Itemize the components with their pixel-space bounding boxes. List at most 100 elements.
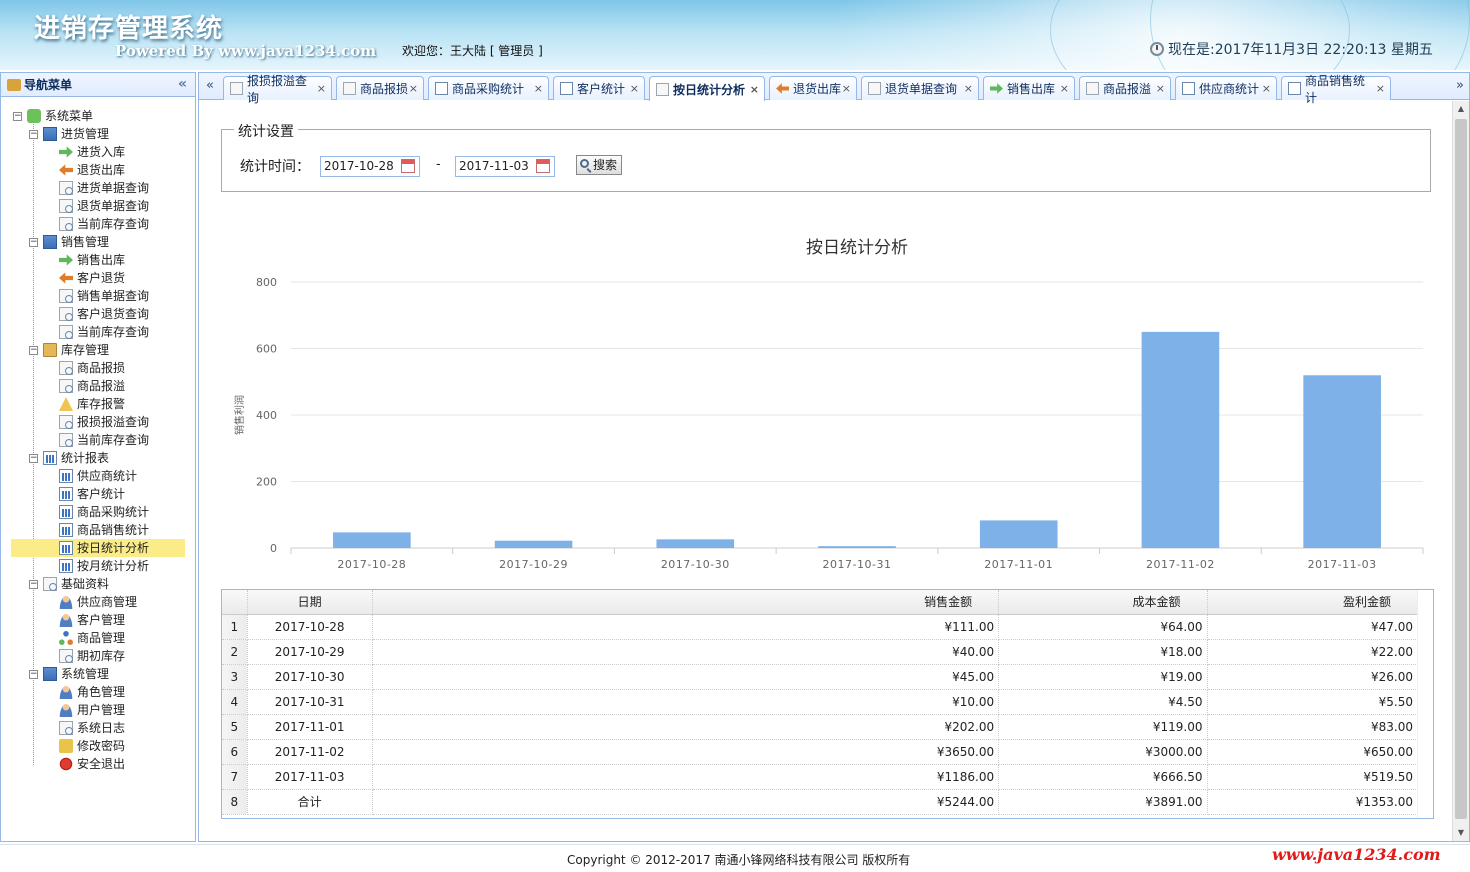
nav-item[interactable]: 按月统计分析	[11, 557, 185, 575]
nav-item[interactable]: 供应商统计	[11, 467, 185, 485]
tab-close-icon[interactable]: ×	[534, 82, 543, 95]
table-row[interactable]: 8 合计 ¥5244.00 ¥3891.00 ¥1353.00	[222, 789, 1419, 815]
table-header-row: 日期 销售金额 成本金额 盈利金额	[222, 590, 1419, 615]
x-tick-label: 2017-11-03	[1308, 558, 1377, 571]
tab-close-icon[interactable]: ×	[409, 82, 418, 95]
nav-item-label: 系统菜单	[45, 109, 94, 123]
nav-item[interactable]: 当前库存查询	[11, 215, 185, 233]
tab-10[interactable]: 供应商统计 ×	[1175, 76, 1277, 100]
nav-item[interactable]: 角色管理	[11, 683, 185, 701]
collapse-toggle-icon[interactable]: −	[29, 130, 38, 139]
tab-close-icon[interactable]: ×	[1156, 82, 1165, 95]
tab-6[interactable]: 退货出库 ×	[769, 76, 857, 100]
nav-item-label: 当前库存查询	[77, 433, 150, 447]
tab-close-icon[interactable]: ×	[842, 82, 851, 95]
collapse-toggle-icon[interactable]: −	[29, 580, 38, 589]
nav-item[interactable]: 系统日志	[11, 719, 185, 737]
tab-5[interactable]: 按日统计分析 ×	[649, 76, 765, 101]
tab-2[interactable]: 商品报损 ×	[336, 76, 424, 100]
nav-item[interactable]: 商品销售统计	[11, 521, 185, 539]
table-scrollbar[interactable]	[1417, 590, 1433, 818]
nav-group[interactable]: − 销售管理	[11, 233, 185, 251]
tab-close-icon[interactable]: ×	[1376, 82, 1385, 95]
tab-scroll-right-button[interactable]: »	[1451, 75, 1469, 97]
calendar-icon[interactable]	[401, 159, 415, 173]
chart-icon	[59, 505, 73, 519]
tab-11[interactable]: 商品销售统计 ×	[1281, 74, 1391, 105]
nav-item[interactable]: 销售单据查询	[11, 287, 185, 305]
nav-item[interactable]: 供应商管理	[11, 593, 185, 611]
nav-root[interactable]: − 系统菜单	[11, 107, 185, 125]
nav-item[interactable]: 商品报损	[11, 359, 185, 377]
nav-item[interactable]: 修改密码	[11, 737, 185, 755]
content-scrollbar[interactable]: ▲ ▼	[1452, 101, 1469, 841]
nav-item[interactable]: 进货单据查询	[11, 179, 185, 197]
end-date-field[interactable]: 2017-11-03	[455, 156, 555, 177]
nav-group[interactable]: − 库存管理	[11, 341, 185, 359]
table-row[interactable]: 2 2017-10-29 ¥40.00 ¥18.00 ¥22.00	[222, 639, 1419, 665]
nav-item[interactable]: 用户管理	[11, 701, 185, 719]
basic-data-icon	[43, 577, 57, 591]
tab-close-icon[interactable]: ×	[1060, 82, 1069, 95]
table-row[interactable]: 3 2017-10-30 ¥45.00 ¥19.00 ¥26.00	[222, 664, 1419, 690]
tab-close-icon[interactable]: ×	[317, 82, 326, 95]
tab-9[interactable]: 商品报溢 ×	[1079, 76, 1171, 100]
collapse-toggle-icon[interactable]: −	[13, 112, 22, 121]
search-button[interactable]: 搜索	[576, 155, 622, 175]
collapse-toggle-icon[interactable]: −	[29, 454, 38, 463]
scroll-thumb[interactable]	[1455, 119, 1467, 819]
nav-item[interactable]: 库存报警	[11, 395, 185, 413]
nav-item[interactable]: 报损报溢查询	[11, 413, 185, 431]
user-icon	[59, 613, 73, 627]
nav-item[interactable]: 商品管理	[11, 629, 185, 647]
tab-scroll-left-button[interactable]: «	[201, 75, 219, 97]
column-header-cost[interactable]: 成本金额	[998, 590, 1208, 615]
start-date-field[interactable]: 2017-10-28	[320, 156, 420, 177]
nav-group[interactable]: − 进货管理	[11, 125, 185, 143]
table-row[interactable]: 7 2017-11-03 ¥1186.00 ¥666.50 ¥519.50	[222, 764, 1419, 790]
nav-item[interactable]: 商品采购统计	[11, 503, 185, 521]
tab-8[interactable]: 销售出库 ×	[983, 76, 1075, 100]
table-row[interactable]: 1 2017-10-28 ¥111.00 ¥64.00 ¥47.00	[222, 614, 1419, 640]
nav-item[interactable]: 客户管理	[11, 611, 185, 629]
nav-group[interactable]: − 统计报表	[11, 449, 185, 467]
nav-item[interactable]: 按日统计分析	[11, 539, 185, 557]
scroll-up-arrow[interactable]: ▲	[1453, 101, 1469, 117]
nav-item[interactable]: 当前库存查询	[11, 431, 185, 449]
nav-item[interactable]: 退货出库	[11, 161, 185, 179]
nav-item[interactable]: 期初库存	[11, 647, 185, 665]
tab-1[interactable]: 报损报溢查询 ×	[223, 74, 332, 105]
nav-item[interactable]: 客户退货查询	[11, 305, 185, 323]
arrow-out-icon	[776, 83, 789, 94]
tab-close-icon[interactable]: ×	[750, 83, 759, 96]
scroll-down-arrow[interactable]: ▼	[1453, 825, 1469, 841]
column-header-profit[interactable]: 盈利金额	[1207, 590, 1419, 615]
nav-item[interactable]: 安全退出	[11, 755, 185, 773]
nav-item[interactable]: 当前库存查询	[11, 323, 185, 341]
column-header-sale[interactable]: 销售金额	[372, 590, 1000, 615]
nav-group[interactable]: − 系统管理	[11, 665, 185, 683]
nav-item-label: 期初库存	[77, 649, 126, 663]
nav-item[interactable]: 退货单据查询	[11, 197, 185, 215]
nav-item[interactable]: 销售出库	[11, 251, 185, 269]
tab-3[interactable]: 商品采购统计 ×	[428, 76, 549, 100]
tab-4[interactable]: 客户统计 ×	[553, 76, 645, 100]
nav-item[interactable]: 客户退货	[11, 269, 185, 287]
collapse-toggle-icon[interactable]: −	[29, 346, 38, 355]
table-row[interactable]: 5 2017-11-01 ¥202.00 ¥119.00 ¥83.00	[222, 714, 1419, 740]
nav-collapse-button[interactable]: «	[178, 76, 187, 92]
collapse-toggle-icon[interactable]: −	[29, 238, 38, 247]
nav-group[interactable]: − 基础资料	[11, 575, 185, 593]
tab-close-icon[interactable]: ×	[630, 82, 639, 95]
calendar-icon[interactable]	[536, 159, 550, 173]
nav-item[interactable]: 客户统计	[11, 485, 185, 503]
nav-item[interactable]: 商品报溢	[11, 377, 185, 395]
column-header-date[interactable]: 日期	[247, 590, 373, 615]
tab-7[interactable]: 退货单据查询 ×	[861, 76, 979, 100]
collapse-toggle-icon[interactable]: −	[29, 670, 38, 679]
tab-close-icon[interactable]: ×	[1262, 82, 1271, 95]
nav-item[interactable]: 进货入库	[11, 143, 185, 161]
table-row[interactable]: 6 2017-11-02 ¥3650.00 ¥3000.00 ¥650.00	[222, 739, 1419, 765]
table-row[interactable]: 4 2017-10-31 ¥10.00 ¥4.50 ¥5.50	[222, 689, 1419, 715]
tab-close-icon[interactable]: ×	[964, 82, 973, 95]
